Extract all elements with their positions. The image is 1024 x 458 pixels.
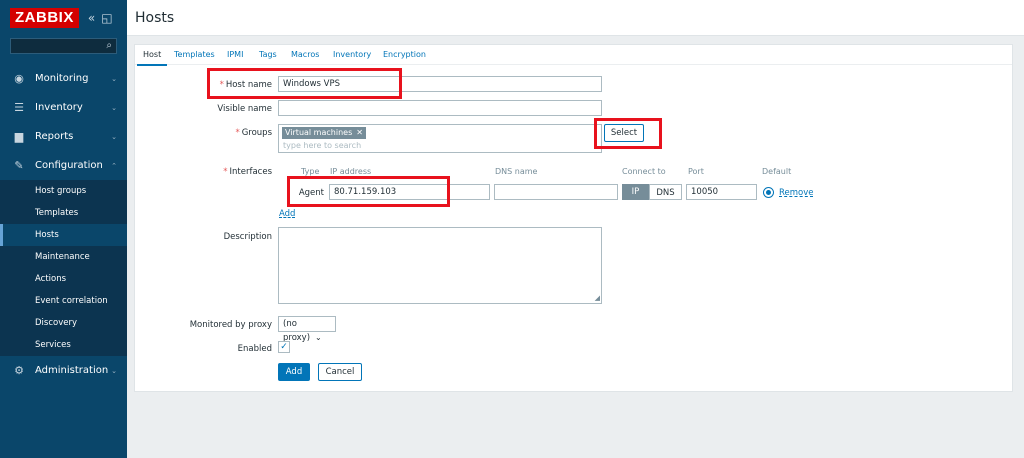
menu-label: Monitoring [35,73,89,84]
chevron-up-icon: ⌃ [111,161,117,170]
menu-inventory[interactable]: ☰ Inventory ⌄ [0,93,127,122]
submenu-maintenance[interactable]: Maintenance [0,246,127,268]
tab-host[interactable]: Host [136,50,168,66]
kiosk-icon[interactable]: ◱ [101,11,112,25]
chevron-down-icon: ⌄ [111,74,117,83]
menu-configuration[interactable]: ✎ Configuration ⌃ [0,151,127,180]
tab-macros[interactable]: Macros [291,50,319,59]
port-input[interactable] [686,184,757,200]
visible-name-input[interactable] [278,100,602,116]
eye-icon: ◉ [14,72,24,85]
submenu-actions[interactable]: Actions [0,268,127,290]
submenu-hosts[interactable]: Hosts [0,224,127,246]
gear-icon: ⚙ [14,364,24,377]
col-port: Port [688,167,704,176]
tab-ipmi[interactable]: IPMI [227,50,243,59]
col-default: Default [762,167,792,176]
chevron-down-icon: ⌄ [111,103,117,112]
menu-reports[interactable]: ▆ Reports ⌄ [0,122,127,151]
page-header: Hosts [127,0,1024,36]
col-connect: Connect to [622,167,666,176]
tab-templates[interactable]: Templates [174,50,215,59]
dns-name-input[interactable] [494,184,618,200]
proxy-select[interactable]: (no proxy) ⌄ [278,316,336,343]
menu-monitoring[interactable]: ◉ Monitoring ⌄ [0,64,127,93]
groups-multiselect[interactable]: Virtual machines ✕ type here to search [278,124,602,153]
list-icon: ☰ [14,101,24,114]
logo-row: ZABBIX « ◱ [0,0,127,36]
search-icon[interactable]: ⌕ [106,40,112,51]
menu-label: Inventory [35,102,83,113]
tab-encryption[interactable]: Encryption [383,50,426,59]
description-label: Description [223,232,272,242]
highlight-interface [287,176,450,207]
sidebar: ZABBIX « ◱ ⌕ ◉ Monitoring ⌄ ☰ Inventory … [0,0,127,458]
connect-dns-toggle[interactable]: DNS [649,184,682,200]
wrench-icon: ✎ [14,159,24,172]
highlight-host-name [207,68,402,99]
interfaces-label: * Interfaces [223,167,272,177]
main-menu: ◉ Monitoring ⌄ ☰ Inventory ⌄ ▆ Reports ⌄… [0,64,127,385]
submenu-discovery[interactable]: Discovery [0,312,127,334]
enabled-checkbox[interactable]: ✓ [278,341,290,353]
description-textarea[interactable]: ◢ [278,227,602,304]
submenu-host-groups[interactable]: Host groups [0,180,127,202]
cancel-button[interactable]: Cancel [318,363,362,381]
groups-search-placeholder[interactable]: type here to search [283,141,361,150]
submenu-services[interactable]: Services [0,334,127,356]
add-interface-link[interactable]: Add [279,209,295,219]
resize-handle-icon[interactable]: ◢ [595,294,600,302]
add-button[interactable]: Add [278,363,310,381]
collapse-icon[interactable]: « [88,11,95,25]
chevron-down-icon: ⌄ [111,366,117,375]
connect-ip-toggle[interactable]: IP [622,184,649,200]
chevron-down-icon: ⌄ [315,333,322,342]
group-chip: Virtual machines ✕ [282,127,366,139]
tab-inventory[interactable]: Inventory [333,50,371,59]
remove-interface-link[interactable]: Remove [779,188,814,198]
tab-tags[interactable]: Tags [259,50,277,59]
sidebar-controls: « ◱ [88,11,113,25]
proxy-label: Monitored by proxy [189,320,272,330]
chevron-down-icon: ⌄ [111,132,117,141]
visible-name-label: Visible name [217,104,272,114]
default-interface-radio[interactable] [763,187,774,198]
sidebar-search-input[interactable]: ⌕ [10,38,117,54]
remove-chip-icon[interactable]: ✕ [356,128,363,137]
configuration-submenu: Host groups Templates Hosts Maintenance … [0,180,127,356]
tab-bar: Host Templates IPMI Tags Macros Inventor… [135,45,1012,66]
col-dns: DNS name [495,167,538,176]
bar-chart-icon: ▆ [14,130,24,143]
page-title: Hosts [135,10,175,26]
menu-label: Configuration [35,160,103,171]
submenu-event-correlation[interactable]: Event correlation [0,290,127,312]
menu-label: Reports [35,131,74,142]
zabbix-logo[interactable]: ZABBIX [10,8,79,28]
enabled-label: Enabled [237,344,272,354]
col-type: Type [301,167,320,176]
highlight-select-button [594,118,662,149]
col-ip: IP address [330,167,372,176]
submenu-templates[interactable]: Templates [0,202,127,224]
menu-label: Administration [35,365,109,376]
groups-label: * Groups [235,128,272,138]
menu-administration[interactable]: ⚙ Administration ⌄ [0,356,127,385]
